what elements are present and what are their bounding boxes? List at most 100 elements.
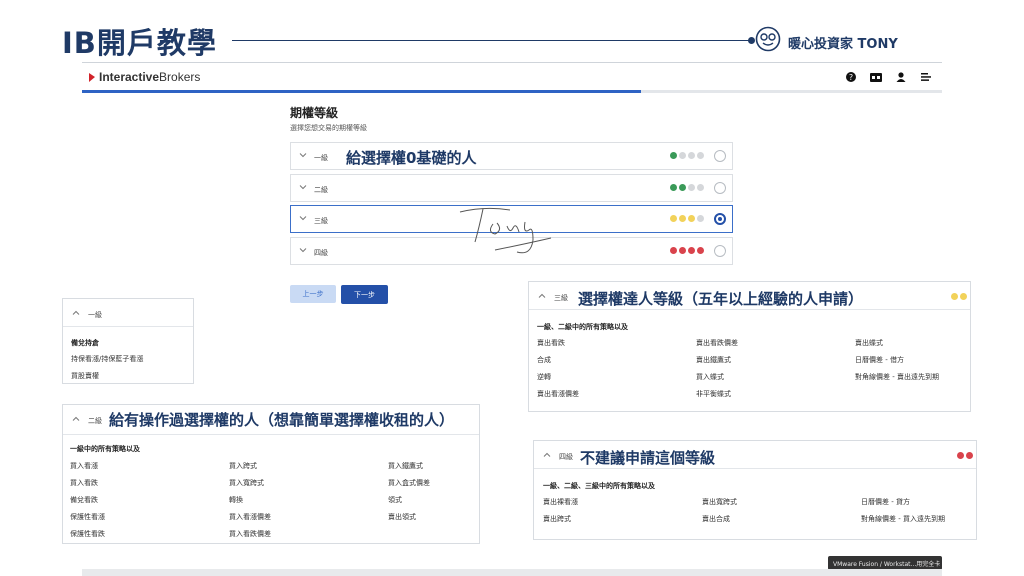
ib-logo-prefix: Interactive (99, 70, 160, 84)
level-1-detail-card: 一級 備兌持倉 持保看漲/持保藍子看漲 買股賣權 (62, 298, 194, 384)
strategy-item: 賣出看漲價差 (537, 390, 579, 398)
risk-dot (688, 215, 695, 222)
card-header[interactable]: 三級 選擇權達人等級（五年以上經驗的人申請） (529, 282, 970, 310)
card-header[interactable]: 一級 (63, 299, 193, 327)
strategy-item: 賣出領式 (388, 513, 416, 521)
card-level-label: 一級 (88, 311, 102, 319)
strategy-item: 保護性看跌 (70, 530, 105, 538)
risk-dot (697, 215, 704, 222)
strategy-item: 買入看跌 (70, 479, 98, 487)
level-row-label: 二級 (314, 186, 328, 194)
strategy-item: 賣出鐵鷹式 (696, 356, 731, 364)
next-step-button[interactable]: 下一步 (341, 285, 388, 304)
risk-dots (957, 452, 973, 459)
progress-fill (82, 90, 641, 93)
strategy-list: 賣出裸看漲 賣出寬跨式 日曆價差 - 貸方 賣出跨式 賣出合成 對角線價差 - 買入遠先到… (543, 498, 979, 523)
handwritten-signature (459, 207, 552, 254)
strategy-item: 賣出看跌 (537, 339, 565, 347)
strategy-item: 轉換 (229, 496, 243, 504)
risk-dot (679, 247, 686, 254)
risk-dot (688, 184, 695, 191)
level-row-label: 一級 (314, 154, 328, 162)
help-icon[interactable]: ? (845, 71, 857, 83)
menu-icon[interactable] (920, 71, 932, 83)
level-radio[interactable] (714, 182, 726, 194)
language-icon[interactable] (870, 71, 882, 83)
chevron-up-icon (543, 452, 551, 457)
strategy-item: 買入蝶式 (696, 373, 724, 381)
level-3-detail-card: 三級 選擇權達人等級（五年以上經驗的人申請） 一級、二級中的所有策略以及 賣出看… (528, 281, 971, 412)
strategy-item: 保護性看漲 (70, 513, 105, 521)
chevron-down-icon (299, 248, 307, 253)
strategy-item: 賣出裸看漲 (543, 498, 578, 506)
card-level-label: 三級 (554, 294, 568, 302)
strategy-item: 買入寬跨式 (229, 479, 264, 487)
risk-dot (679, 184, 686, 191)
level-4-detail-card: 四級 不建議申請這個等級 一級、二級、三級中的所有策略以及 賣出裸看漲 賣出寬跨式… (533, 440, 977, 540)
level-radio[interactable] (714, 245, 726, 257)
level-row-1[interactable]: 一級 給選擇權0基礎的人 (290, 142, 733, 170)
ib-navbar: InteractiveBrokers ? (82, 62, 942, 92)
strategy-item: 日曆價差 - 借方 (855, 356, 904, 364)
risk-dot (966, 452, 973, 459)
user-icon[interactable] (895, 71, 907, 83)
card-heading: 備兌持倉 (71, 339, 99, 347)
risk-dot (688, 152, 695, 159)
risk-dot (670, 215, 677, 222)
risk-dot (960, 293, 967, 300)
previous-step-button[interactable]: 上一步 (290, 285, 336, 303)
strategy-item: 領式 (388, 496, 402, 504)
risk-dots (670, 184, 704, 191)
strategy-item: 非平衡蝶式 (696, 390, 731, 398)
strategy-item: 買入看漲價差 (229, 513, 271, 521)
strategy-list: 持保看漲/持保藍子看漲 買股賣權 (71, 355, 191, 380)
strategy-item: 買股賣權 (71, 372, 99, 380)
bottom-scroll-bar[interactable] (82, 569, 942, 576)
card-level-label: 二級 (88, 417, 102, 425)
strategy-item: 對角線價差 - 賣出遠先到期 (855, 373, 939, 381)
risk-dot (951, 293, 958, 300)
strategy-item: 賣出合成 (702, 515, 730, 523)
risk-dot (670, 184, 677, 191)
strategy-item: 買入看漲 (70, 462, 98, 470)
risk-dots (670, 152, 704, 159)
strategy-item: 持保看漲/持保藍子看漲 (71, 355, 144, 363)
strategy-item: 備兌看跌 (70, 496, 98, 504)
title-divider (232, 40, 752, 41)
chevron-up-icon (538, 293, 546, 298)
card-annotation: 不建議申請這個等級 (580, 449, 716, 467)
card-heading: 一級、二級中的所有策略以及 (537, 323, 628, 331)
brand-name: 暖心投資家 TONY (788, 37, 898, 52)
level-radio-selected[interactable] (714, 213, 726, 225)
risk-dot (697, 152, 704, 159)
vm-tooltip: VMware Fusion / Workstat...用完全卡 (828, 556, 942, 570)
risk-dot (679, 152, 686, 159)
card-header[interactable]: 二級 給有操作過選擇權的人（想靠簡單選擇權收租的人） (63, 405, 479, 435)
risk-dot (679, 215, 686, 222)
risk-dot (670, 247, 677, 254)
card-annotation: 給有操作過選擇權的人（想靠簡單選擇權收租的人） (109, 411, 455, 429)
strategy-list: 買入看漲 買入跨式 買入鐵鷹式 買入看跌 買入寬跨式 買入盒式價差 備兌看跌 轉換 領式 保護性看… (70, 462, 478, 538)
level-row-label: 四級 (314, 249, 328, 257)
progress-bar (82, 90, 942, 93)
chevron-down-icon (299, 153, 307, 158)
level-row-2[interactable]: 二級 (290, 174, 733, 202)
chevron-up-icon (72, 416, 80, 421)
strategy-item: 買入盒式價差 (388, 479, 430, 487)
level-radio[interactable] (714, 150, 726, 162)
card-heading: 一級中的所有策略以及 (70, 445, 140, 453)
level-row-annotation: 給選擇權0基礎的人 (346, 149, 477, 167)
strategy-item: 賣出看跌價差 (696, 339, 738, 347)
svg-text:?: ? (849, 73, 853, 82)
level-row-label: 三級 (314, 217, 328, 225)
card-annotation: 選擇權達人等級（五年以上經驗的人申請） (578, 290, 864, 308)
card-header[interactable]: 四級 不建議申請這個等級 (534, 441, 976, 469)
ib-logo-icon (89, 73, 95, 82)
risk-dot (697, 184, 704, 191)
strategy-item: 買入鐵鷹式 (388, 462, 423, 470)
strategy-item: 買入看跌價差 (229, 530, 271, 538)
nav-icons: ? (845, 71, 932, 83)
ib-logo[interactable]: InteractiveBrokers (88, 70, 200, 84)
slide-title: IB開戶教學 (62, 26, 217, 60)
strategy-item: 賣出寬跨式 (702, 498, 737, 506)
